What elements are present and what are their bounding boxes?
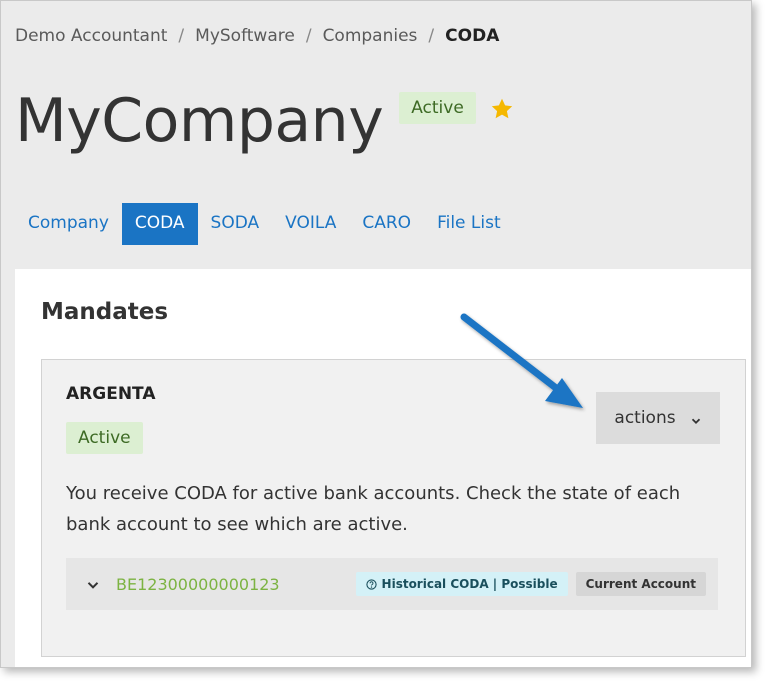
- star-icon[interactable]: [490, 97, 514, 121]
- breadcrumb-companies[interactable]: Companies: [323, 26, 418, 46]
- breadcrumb: Demo Accountant / MySoftware / Companies…: [15, 26, 499, 46]
- chevron-down-icon[interactable]: [86, 577, 100, 591]
- app-window: Demo Accountant / MySoftware / Companies…: [0, 0, 752, 668]
- page-header: MyCompany Active: [15, 83, 514, 159]
- mandates-panel: Mandates ARGENTA Active actions You rece…: [15, 269, 751, 667]
- bank-name: ARGENTA: [66, 384, 156, 404]
- breadcrumb-demo-accountant[interactable]: Demo Accountant: [15, 26, 167, 46]
- breadcrumb-separator: /: [178, 26, 185, 46]
- tab-caro[interactable]: CARO: [349, 203, 424, 245]
- actions-dropdown-button[interactable]: actions: [596, 392, 720, 444]
- breadcrumb-current: CODA: [445, 26, 500, 46]
- historical-coda-tag: Historical CODA | Possible: [355, 572, 568, 596]
- breadcrumb-separator: /: [428, 26, 435, 46]
- tab-voila[interactable]: VOILA: [272, 203, 349, 245]
- mandate-description: You receive CODA for active bank account…: [66, 483, 681, 535]
- section-title: Mandates: [41, 299, 169, 325]
- mandate-card: ARGENTA Active actions You receive CODA …: [41, 359, 746, 657]
- page-title: MyCompany: [15, 86, 384, 156]
- company-status-badge: Active: [399, 92, 476, 124]
- tab-bar: Company CODA SODA VOILA CARO File List: [15, 203, 514, 245]
- breadcrumb-separator: /: [305, 26, 312, 46]
- tab-soda[interactable]: SODA: [198, 203, 273, 245]
- question-circle-icon: [365, 578, 377, 590]
- chevron-down-icon: [690, 412, 702, 424]
- tab-file-list[interactable]: File List: [424, 203, 514, 245]
- actions-label: actions: [614, 408, 676, 428]
- account-iban[interactable]: BE12300000000123: [116, 575, 280, 594]
- historical-coda-label: Historical CODA | Possible: [381, 577, 558, 591]
- tab-company[interactable]: Company: [15, 203, 122, 245]
- mandate-status-badge: Active: [66, 422, 143, 454]
- account-tags: Historical CODA | Possible Current Accou…: [355, 572, 706, 596]
- account-type-tag: Current Account: [575, 572, 706, 596]
- bank-account-row[interactable]: BE12300000000123 Historical CODA | Possi…: [66, 558, 718, 610]
- tab-coda[interactable]: CODA: [121, 203, 198, 245]
- breadcrumb-mysoftware[interactable]: MySoftware: [195, 26, 295, 46]
